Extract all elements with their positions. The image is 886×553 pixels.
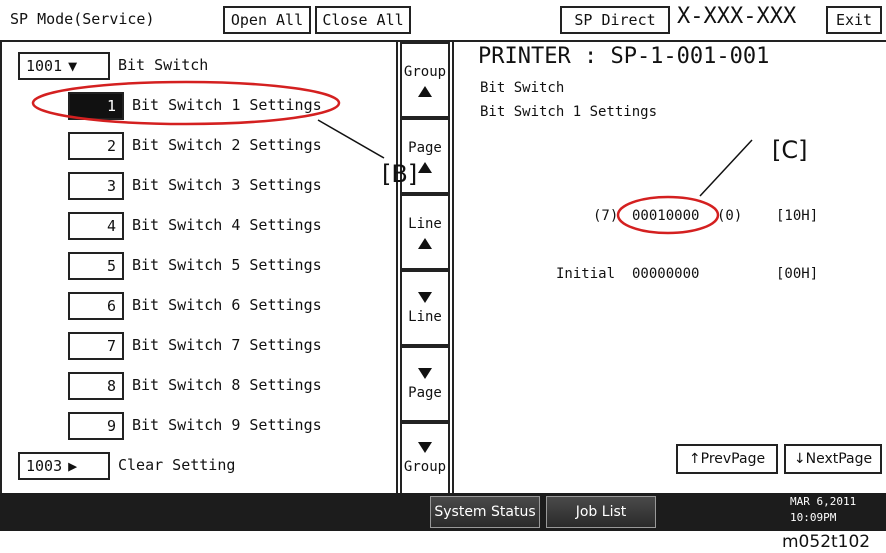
status-time: 10:09PM [790,511,837,524]
hex-value: [10H] [776,208,819,224]
page-down-label: Page [408,384,442,401]
arrow-down-icon [418,367,432,379]
bit-low-index: (0) [717,208,743,224]
item-number-button[interactable]: 9 [68,412,124,440]
item-label: Bit Switch 2 Settings [132,136,322,154]
status-date: MAR 6,2011 [790,495,857,508]
item-number-button[interactable]: 8 [68,372,124,400]
prev-page-button[interactable]: ↑PrevPage [676,444,778,474]
item-label: Bit Switch 6 Settings [132,296,322,314]
top-bar: SP Mode(Service) Open All Close All SP D… [0,0,886,40]
item-number-button[interactable]: 6 [68,292,124,320]
line-down-label: Line [408,308,442,325]
item-label: Bit Switch 8 Settings [132,376,322,394]
arrow-up-icon [418,85,432,97]
detail-subtitle: Bit Switch [480,80,565,96]
item-number-button[interactable]: 7 [68,332,124,360]
item-label: Bit Switch 9 Settings [132,416,322,434]
bit-high-index: (7) [593,208,619,224]
open-all-button[interactable]: Open All [223,6,311,34]
close-all-button[interactable]: Close All [315,6,411,34]
callout-b-label: [B] [382,160,418,188]
group-1001-button[interactable]: 1001 ▼ [18,52,110,80]
group-up-label: Group [403,63,447,80]
item-number-button[interactable]: 5 [68,252,124,280]
group-1003-button[interactable]: 1003 ▶ [18,452,110,480]
main-panel: 1001 ▼ Bit Switch 1 Bit Switch 1 Setting… [0,40,886,495]
item-number-button[interactable]: 4 [68,212,124,240]
arrow-down-icon [418,291,432,303]
line-up-button[interactable]: Line [400,194,450,270]
detail-setting-name: Bit Switch 1 Settings [480,104,658,120]
group-down-label: Group [403,459,447,475]
item-number-button[interactable]: 1 [68,92,124,120]
page-up-label: Page [408,139,442,156]
detail-heading: PRINTER : SP-1-001-001 [478,44,770,69]
group-up-button[interactable]: Group [400,42,450,118]
arrow-up-icon [418,237,432,249]
group-number: 1003 [26,457,63,475]
item-label: Bit Switch 7 Settings [132,336,322,354]
left-border [0,42,2,495]
bit-value-field[interactable]: 00010000 [632,208,699,224]
arrow-down-icon [418,442,432,453]
item-number-button[interactable]: 3 [68,172,124,200]
group-number: 1001 [26,57,63,75]
mode-title: SP Mode(Service) [10,10,155,28]
initial-hex: [00H] [776,266,819,282]
job-list-button[interactable]: Job List [546,496,656,528]
callout-c-label: [C] [772,136,808,164]
status-bar: System Status Job List MAR 6,2011 10:09P… [0,493,886,531]
line-up-label: Line [408,215,442,232]
system-status-button[interactable]: System Status [430,496,540,528]
item-label: Bit Switch 3 Settings [132,176,322,194]
figure-id: m052t102 [782,532,871,552]
sp-direct-button[interactable]: SP Direct [560,6,670,34]
footer: m052t102 [0,531,886,553]
group-down-button[interactable]: Group [400,422,450,495]
group-label: Bit Switch [118,56,209,74]
page-down-button[interactable]: Page [400,346,450,422]
initial-bits: 00000000 [632,266,700,282]
item-label: Bit Switch 1 Settings [132,96,322,114]
exit-button[interactable]: Exit [826,6,882,34]
group-label: Clear Setting [118,456,236,474]
sp-code-display: X-XXX-XXX [677,4,797,29]
arrow-up-icon [418,161,432,173]
chevron-right-icon: ▶ [68,457,78,475]
item-number-button[interactable]: 2 [68,132,124,160]
initial-label: Initial [556,266,616,282]
next-page-button[interactable]: ↓NextPage [784,444,882,474]
chevron-down-icon: ▼ [68,57,78,75]
item-label: Bit Switch 4 Settings [132,216,322,234]
item-label: Bit Switch 5 Settings [132,256,322,274]
detail-divider [452,42,454,495]
list-divider [396,42,398,495]
line-down-button[interactable]: Line [400,270,450,346]
